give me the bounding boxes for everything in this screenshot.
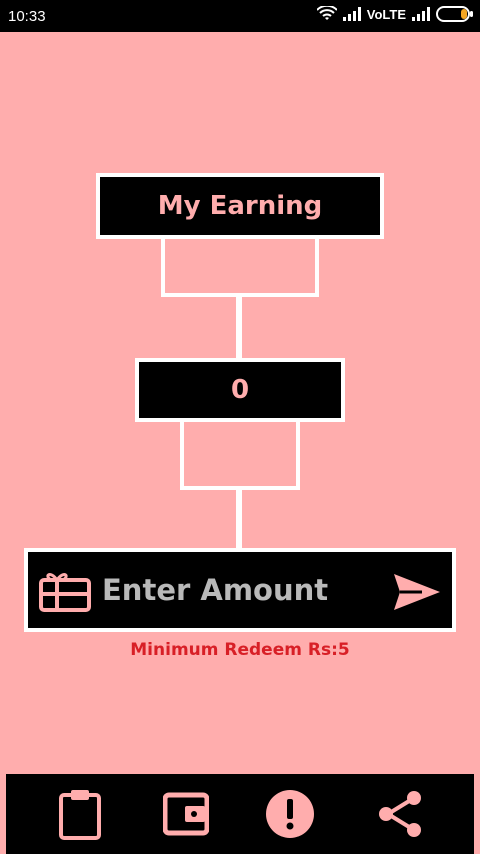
minimum-redeem-text: Minimum Redeem Rs:5 bbox=[130, 640, 350, 660]
earning-title-box: My Earning bbox=[96, 173, 384, 239]
nav-clipboard-button[interactable] bbox=[52, 786, 108, 842]
redeem-bar bbox=[24, 548, 456, 632]
earning-amount-box: 0 bbox=[135, 358, 345, 422]
clipboard-icon bbox=[59, 790, 101, 840]
amount-input[interactable] bbox=[100, 572, 394, 608]
connector-cup-bottom bbox=[180, 422, 300, 490]
signal-icon-2 bbox=[412, 7, 430, 21]
connector-line-top bbox=[236, 297, 242, 358]
earning-amount: 0 bbox=[230, 375, 250, 405]
signal-icon bbox=[342, 7, 361, 21]
gift-card-icon bbox=[39, 573, 91, 612]
bottom-nav bbox=[6, 774, 474, 854]
nav-alert-button[interactable] bbox=[262, 786, 318, 842]
nav-share-button[interactable] bbox=[372, 786, 428, 842]
battery-icon bbox=[436, 6, 473, 22]
status-time: 10:33 bbox=[8, 8, 46, 25]
send-icon[interactable] bbox=[392, 572, 442, 612]
nav-wallet-button[interactable] bbox=[158, 786, 214, 842]
status-icons: VoLTE bbox=[316, 6, 473, 22]
earning-title: My Earning bbox=[157, 191, 323, 221]
status-bar: 10:33 VoLTE bbox=[0, 0, 480, 32]
wifi-icon bbox=[316, 6, 337, 20]
wallet-icon bbox=[163, 792, 209, 836]
connector-line-bottom bbox=[236, 490, 242, 548]
alert-icon bbox=[266, 790, 314, 838]
share-icon bbox=[379, 791, 421, 837]
connector-cup-top bbox=[161, 239, 319, 297]
volte-label: VoLTE bbox=[366, 6, 406, 22]
